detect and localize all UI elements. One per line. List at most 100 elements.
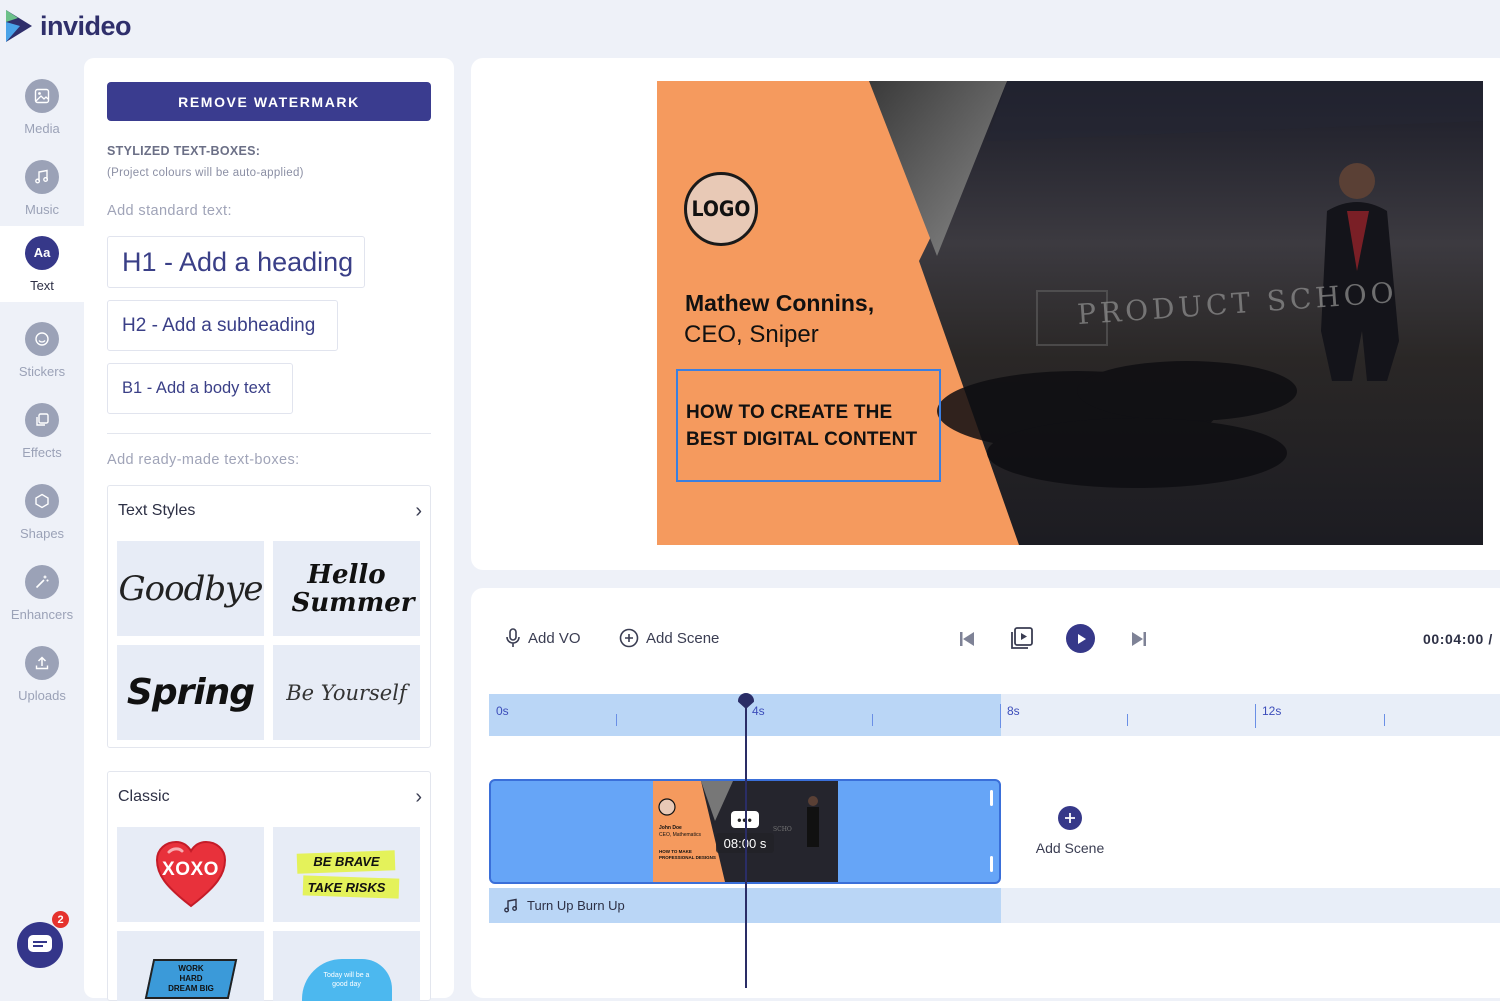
play-button[interactable]: [1066, 624, 1095, 653]
sidebar-item-uploads[interactable]: Uploads: [0, 636, 84, 712]
classic-xoxo[interactable]: XOXO: [117, 827, 264, 922]
sidebar-item-shapes[interactable]: Shapes: [0, 474, 84, 550]
sidebar-item-effects[interactable]: Effects: [0, 393, 84, 469]
tick-mark: [1384, 714, 1385, 726]
plus-circle-icon: [619, 628, 639, 648]
add-scene-button[interactable]: Add Scene: [619, 628, 719, 648]
skip-forward-icon[interactable]: [1130, 630, 1148, 648]
section-title: Text Styles: [118, 502, 196, 519]
ready-made-label: Add ready-made text-boxes:: [107, 452, 300, 468]
style-preview-text: Hello Summer: [291, 559, 415, 618]
play-icon: [1077, 633, 1086, 644]
notification-badge: 2: [52, 911, 69, 928]
banner-shape: WORK HARD DREAM BIG: [144, 959, 237, 999]
timecode: 00:04:00 /: [1423, 631, 1493, 647]
add-heading-button[interactable]: H1 - Add a heading: [107, 236, 365, 288]
text-aa-icon: Aa: [25, 235, 59, 270]
speaker-name[interactable]: Mathew Connins,: [685, 290, 874, 317]
speaker-role[interactable]: CEO, Sniper: [684, 321, 819, 349]
sidebar-item-enhancers[interactable]: Enhancers: [0, 555, 84, 631]
text-style-goodbye[interactable]: Goodbye: [117, 541, 264, 636]
add-scene-timeline-button[interactable]: Add Scene: [1020, 806, 1120, 856]
sidebar-item-label: Media: [24, 120, 60, 136]
classic-work-hard[interactable]: WORK HARD DREAM BIG: [117, 931, 264, 1001]
style-preview-text: Spring: [126, 672, 255, 713]
logo-placeholder[interactable]: LOGO: [684, 172, 758, 246]
magic-wand-icon: [25, 564, 59, 599]
scene-preview-icon[interactable]: [1010, 626, 1034, 650]
text-style-hello-summer[interactable]: Hello Summer: [273, 541, 420, 636]
tick-mark: [1255, 704, 1256, 728]
brand-name: invideo: [40, 10, 132, 41]
tick-label: 12s: [1262, 704, 1282, 718]
upload-icon: [25, 645, 59, 680]
svg-text:SCHO: SCHO: [773, 826, 792, 833]
chat-support-button[interactable]: [17, 922, 63, 968]
style-preview-text: Goodbye: [118, 568, 264, 609]
sidebar-item-stickers[interactable]: Stickers: [0, 312, 84, 388]
add-vo-button[interactable]: Add VO: [505, 628, 581, 648]
sidebar-item-label: Text: [30, 277, 54, 293]
sidebar-item-text[interactable]: Aa Text: [0, 226, 84, 302]
add-vo-label: Add VO: [528, 629, 581, 647]
style-preview-text: Be Yourself: [286, 680, 407, 705]
text-style-spring[interactable]: Spring: [117, 645, 264, 740]
sidebar-item-label: Stickers: [18, 363, 66, 379]
image-icon: [25, 78, 59, 113]
chevron-right-icon[interactable]: ›: [415, 786, 422, 809]
clip-trim-handle[interactable]: [990, 790, 993, 806]
sidebar-item-label: Uploads: [18, 687, 66, 703]
sidebar-item-label: Effects: [22, 444, 62, 460]
thumb-name: John Doe: [659, 825, 682, 831]
classic-be-brave[interactable]: BE BRAVE TAKE RISKS: [273, 827, 420, 922]
section-title: Classic: [118, 788, 170, 805]
sidebar-item-label: Music: [25, 201, 59, 217]
add-subheading-button[interactable]: H2 - Add a subheading: [107, 300, 338, 351]
tick-label: 0s: [496, 704, 509, 718]
add-scene-label: Add Scene: [646, 629, 720, 647]
clip-trim-handle[interactable]: [990, 856, 993, 872]
standard-text-label: Add standard text:: [107, 203, 232, 219]
audio-track-name: Turn Up Burn Up: [527, 898, 625, 913]
style-preview-text: BE BRAVE TAKE RISKS: [307, 853, 386, 895]
remove-watermark-button[interactable]: REMOVE WATERMARK: [107, 82, 431, 121]
divider: [107, 433, 431, 434]
smiley-icon: [25, 321, 59, 356]
style-preview-text: WORK HARD DREAM BIG: [167, 964, 214, 993]
add-scene-label: Add Scene: [1035, 840, 1105, 856]
microphone-icon: [506, 628, 520, 647]
classic-good-day[interactable]: Today will be a good day: [273, 931, 420, 1001]
cloud-shape: Today will be a good day: [301, 959, 392, 1001]
tick-mark: [872, 714, 873, 726]
layers-icon: [25, 402, 59, 437]
add-body-text-button[interactable]: B1 - Add a body text: [107, 363, 293, 414]
invideo-logo[interactable]: invideo: [4, 6, 132, 46]
music-note-icon: [504, 898, 518, 912]
chevron-right-icon[interactable]: ›: [415, 500, 422, 523]
text-style-be-yourself[interactable]: Be Yourself: [273, 645, 420, 740]
playhead[interactable]: [745, 694, 747, 988]
skip-back-icon[interactable]: [958, 630, 976, 648]
sidebar-item-music[interactable]: Music: [0, 150, 84, 226]
thumb-headline: HOW TO MAKE PROFESSIONAL DESIGNS: [659, 849, 716, 860]
text-styles-card: Text Styles › Goodbye Hello Summer Sprin…: [107, 485, 431, 748]
video-canvas[interactable]: PRODUCT SCHOO LOGO Mathew Connins, CEO, …: [657, 81, 1483, 545]
sidebar-item-label: Shapes: [19, 525, 65, 541]
sidebar-item-label: Enhancers: [10, 606, 74, 622]
headline-text: HOW TO CREATE THE BEST DIGITAL CONTENT: [686, 401, 918, 450]
sidebar-item-media[interactable]: Media: [0, 69, 84, 145]
thumb-role: CEO, Mathematics: [659, 832, 701, 838]
classic-card: Classic › XOXO BE BRAVE TAKE RISKS WORK …: [107, 771, 431, 1001]
stylized-textboxes-heading: STYLIZED TEXT-BOXES:: [107, 144, 261, 158]
style-preview-text: Today will be a good day: [323, 972, 370, 988]
invideo-logo-icon: [6, 10, 32, 42]
style-preview-text: XOXO: [162, 859, 219, 880]
tick-label: 4s: [752, 704, 765, 718]
chat-bubble-icon: [28, 935, 52, 952]
tick-label: 8s: [1007, 704, 1020, 718]
hexagon-icon: [25, 483, 59, 518]
plus-icon: [1058, 806, 1082, 830]
selected-text-box[interactable]: HOW TO CREATE THE BEST DIGITAL CONTENT: [676, 369, 941, 482]
tick-mark: [616, 714, 617, 726]
tick-mark: [1000, 704, 1001, 728]
